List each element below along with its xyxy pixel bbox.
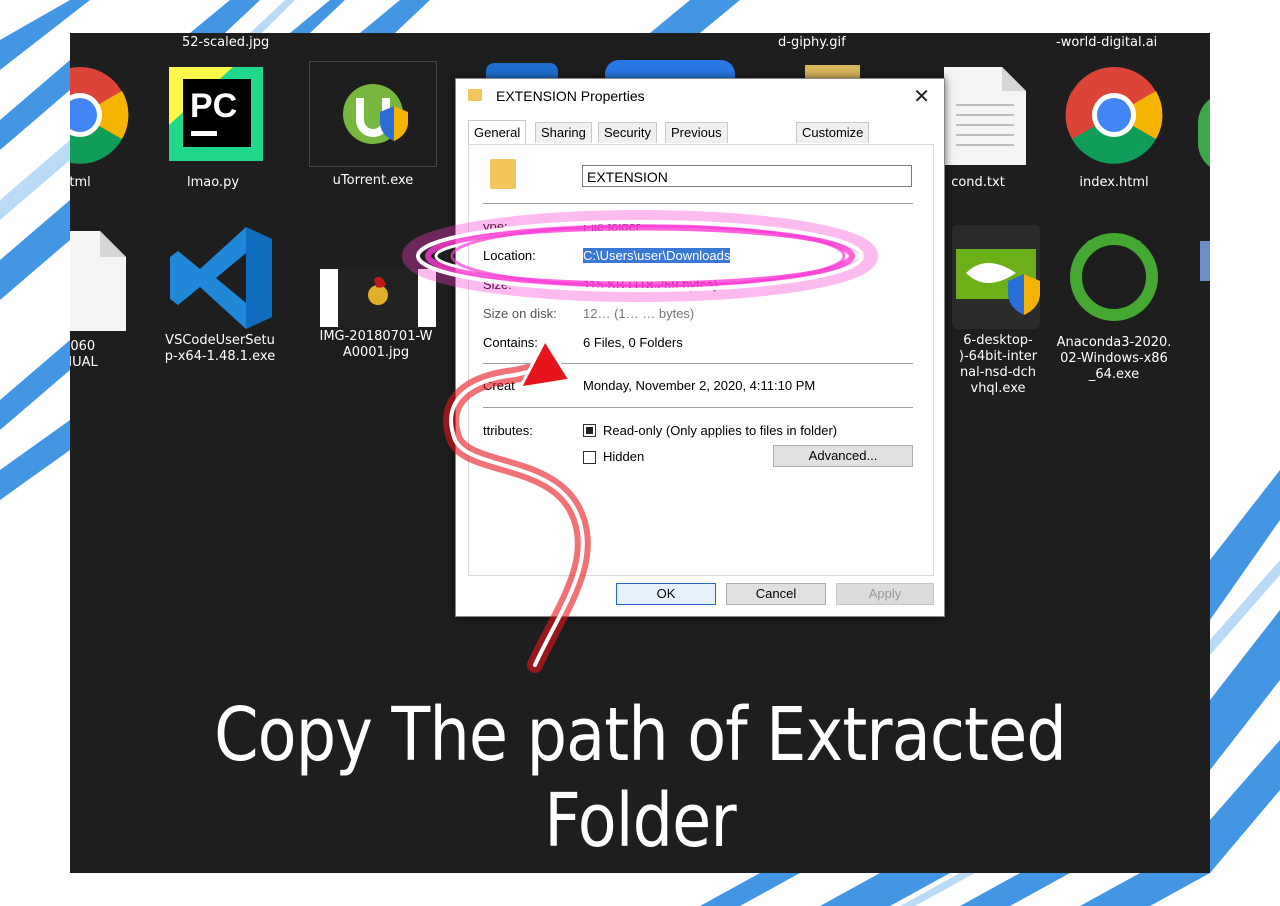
svg-text:PC: PC bbox=[190, 87, 237, 125]
ok-button[interactable]: OK bbox=[616, 583, 716, 605]
dialog-title: EXTENSION Properties bbox=[496, 88, 645, 104]
desktop-icon-label: 02-Windows-x86 bbox=[1060, 351, 1168, 366]
location-label: Location: bbox=[483, 248, 536, 263]
blank-file-icon bbox=[70, 229, 130, 339]
desktop-icon-label: vhql.exe bbox=[970, 381, 1026, 396]
desktop-label: -world-digital.ai bbox=[1056, 35, 1158, 50]
divider bbox=[483, 363, 913, 364]
type-label: ype: bbox=[483, 219, 508, 234]
readonly-label: Read-only (Only applies to files in fold… bbox=[603, 423, 838, 438]
cancel-button[interactable]: Cancel bbox=[726, 583, 826, 605]
desktop-label: 52-scaled.jpg bbox=[182, 35, 270, 50]
desktop-label: d-giphy.gif bbox=[778, 35, 846, 50]
desktop-icon-anaconda[interactable]: Anaconda3-2020. 02-Windows-x86 _64.exe bbox=[1044, 225, 1184, 383]
tab-sharing[interactable]: Sharing bbox=[535, 122, 592, 143]
desktop-icon-index-html[interactable]: index.html bbox=[1044, 65, 1184, 191]
divider bbox=[483, 203, 913, 204]
tab-customize[interactable]: Customize bbox=[796, 122, 870, 143]
created-value: Monday, November 2, 2020, 4:11:10 PM bbox=[583, 378, 816, 393]
desktop-icon-label: _64.exe bbox=[1088, 367, 1140, 382]
chrome-icon bbox=[70, 65, 130, 175]
desktop-icon-manual[interactable]: CS4060 MANUAL bbox=[70, 229, 140, 371]
tab-general[interactable]: General bbox=[468, 120, 527, 145]
desktop-icon-pycharm[interactable]: PC lmao.py bbox=[143, 65, 283, 191]
image-thumbnail-icon bbox=[316, 233, 436, 329]
advanced-button[interactable]: Advanced... bbox=[773, 445, 913, 467]
partial-app-icon bbox=[1200, 241, 1210, 281]
dialog-titlebar[interactable]: EXTENSION Properties ✕ bbox=[456, 79, 944, 113]
close-icon[interactable]: ✕ bbox=[913, 84, 930, 109]
attributes-label: ttributes: bbox=[483, 423, 533, 438]
desktop-icon-image[interactable]: IMG-20180701-W A0001.jpg bbox=[306, 233, 446, 361]
partial-chrome-icon bbox=[1198, 93, 1210, 173]
desktop-icon-label: CS4060 bbox=[70, 339, 96, 354]
created-label: Creat bbox=[483, 378, 515, 393]
size-value: 115 KB (118,259 bytes) bbox=[583, 277, 718, 292]
desktop-icon-vscode[interactable]: VSCodeUserSetu p-x64-1.48.1.exe bbox=[150, 223, 290, 365]
desktop-icon-utorrent[interactable]: uTorrent.exe bbox=[303, 61, 443, 189]
anaconda-icon bbox=[1054, 225, 1174, 335]
desktop-icon-label: MANUAL bbox=[70, 355, 98, 370]
desktop-icon-label: IMG-20180701-W bbox=[319, 329, 433, 344]
desktop-icon-label: o.html bbox=[70, 175, 91, 190]
folder-name-input[interactable]: EXTENSION bbox=[582, 165, 912, 187]
desktop-icon-html[interactable]: o.html bbox=[70, 65, 140, 191]
chrome-icon bbox=[1054, 65, 1174, 175]
hidden-checkbox[interactable] bbox=[583, 451, 596, 464]
vscode-icon bbox=[160, 223, 280, 333]
hidden-label: Hidden bbox=[603, 449, 645, 464]
desktop-icon-label: uTorrent.exe bbox=[332, 173, 414, 188]
readonly-checkbox[interactable] bbox=[583, 424, 596, 437]
tab-previous-versions[interactable]: Previous Versions bbox=[665, 122, 728, 160]
tab-page-general bbox=[468, 144, 934, 576]
nvidia-icon bbox=[938, 223, 1058, 333]
desktop-icon-label: index.html bbox=[1079, 175, 1149, 190]
location-value[interactable]: C:\Users\user\Downloads bbox=[583, 248, 731, 263]
instruction-caption: Copy The path of Extracted Folder bbox=[214, 692, 1067, 864]
contains-label: Contains: bbox=[483, 335, 538, 350]
apply-button[interactable]: Apply bbox=[836, 583, 934, 605]
size-on-disk-label: Size on disk: bbox=[483, 306, 557, 321]
divider bbox=[483, 407, 913, 408]
desktop-icon-label: A0001.jpg bbox=[342, 345, 410, 360]
desktop-icon-label: p-x64-1.48.1.exe bbox=[164, 349, 276, 364]
utorrent-icon bbox=[309, 61, 437, 167]
desktop-icon-label: VSCodeUserSetu bbox=[165, 333, 275, 348]
folder-icon bbox=[468, 89, 482, 101]
folder-icon bbox=[490, 159, 516, 189]
type-value: File folder bbox=[583, 219, 641, 234]
size-on-disk-value: 12… (1… … bytes) bbox=[583, 306, 695, 321]
size-label: Size: bbox=[483, 277, 512, 292]
properties-dialog: EXTENSION Properties ✕ General Sharing S… bbox=[455, 78, 945, 617]
pycharm-icon: PC bbox=[153, 65, 273, 175]
desktop-icon-label: lmao.py bbox=[186, 175, 240, 190]
contains-value: 6 Files, 0 Folders bbox=[583, 335, 683, 350]
desktop-icon-label: Anaconda3-2020. bbox=[1056, 335, 1172, 350]
tab-security[interactable]: Security bbox=[598, 122, 657, 143]
